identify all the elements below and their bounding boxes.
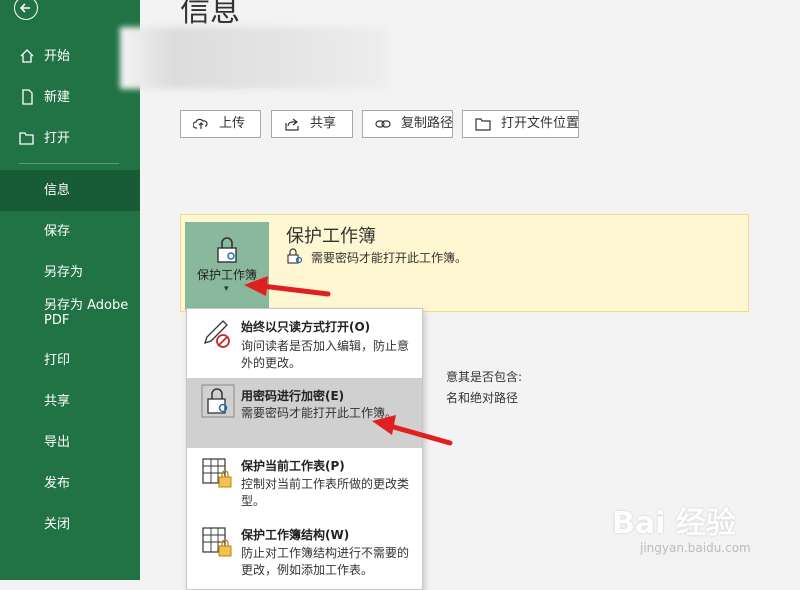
watermark-logo: Bai 经验 bbox=[612, 506, 736, 541]
red-arrow-head-icon bbox=[372, 415, 396, 435]
red-arrow-icon bbox=[259, 283, 331, 297]
red-arrow-icon bbox=[387, 423, 453, 446]
red-arrow-head-icon bbox=[244, 276, 268, 296]
watermark-url: jingyan.baidu.com bbox=[640, 541, 751, 555]
annotation-arrows bbox=[244, 276, 453, 446]
